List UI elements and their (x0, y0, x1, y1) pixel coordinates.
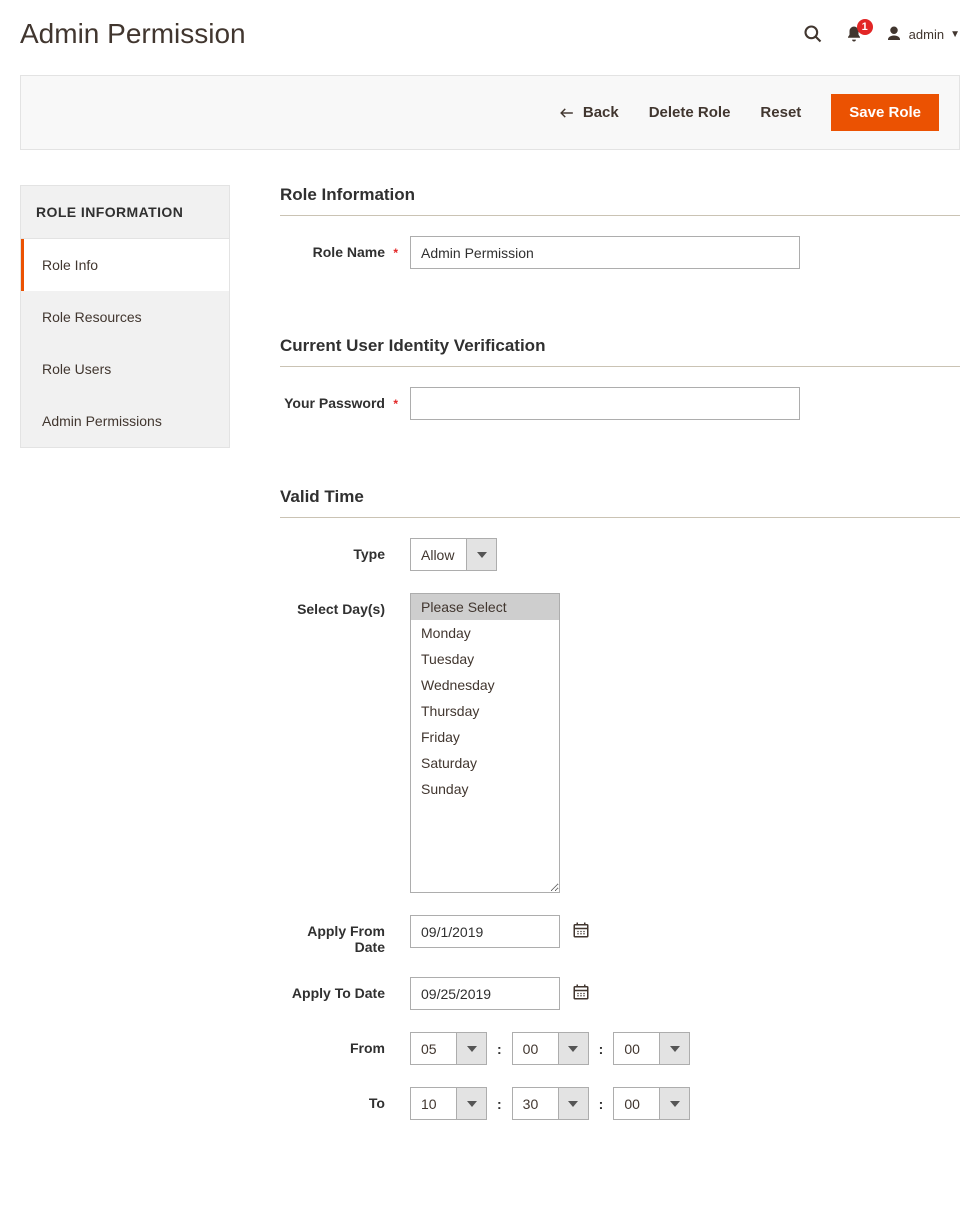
notification-badge: 1 (857, 19, 873, 35)
chevron-down-icon (456, 1088, 486, 1119)
type-select[interactable]: Allow (410, 538, 497, 571)
day-option[interactable]: Sunday (411, 776, 559, 802)
select-days-label: Select Day(s) (280, 593, 410, 893)
calendar-icon[interactable] (572, 921, 590, 942)
role-name-label: Role Name (280, 236, 410, 269)
from-second-select[interactable]: 00 (613, 1032, 690, 1065)
notifications-icon[interactable]: 1 (845, 25, 863, 43)
sidebar-item-role-resources[interactable]: Role Resources (21, 291, 229, 343)
to-minute-select[interactable]: 30 (512, 1087, 589, 1120)
user-menu[interactable]: admin ▼ (885, 25, 960, 43)
day-option[interactable]: Tuesday (411, 646, 559, 672)
password-label: Your Password (280, 387, 410, 420)
header-actions: 1 admin ▼ (803, 24, 960, 44)
save-role-button[interactable]: Save Role (831, 94, 939, 131)
sidebar-item-role-info[interactable]: Role Info (21, 239, 229, 291)
type-label: Type (280, 538, 410, 571)
to-label: To (280, 1087, 410, 1120)
search-icon[interactable] (803, 24, 823, 44)
from-minute-select[interactable]: 00 (512, 1032, 589, 1065)
password-input[interactable] (410, 387, 800, 420)
day-option[interactable]: Please Select (411, 594, 559, 620)
reset-button[interactable]: Reset (760, 104, 801, 121)
chevron-down-icon (456, 1033, 486, 1064)
sidebar-title: ROLE INFORMATION (21, 186, 229, 239)
day-option[interactable]: Wednesday (411, 672, 559, 698)
apply-from-date-label: Apply From Date (280, 915, 410, 955)
page-title: Admin Permission (20, 18, 246, 50)
apply-to-date-label: Apply To Date (280, 977, 410, 1010)
from-label: From (280, 1032, 410, 1065)
section-title-role-info: Role Information (280, 185, 960, 216)
to-second-select[interactable]: 00 (613, 1087, 690, 1120)
day-option[interactable]: Saturday (411, 750, 559, 776)
chevron-down-icon (659, 1033, 689, 1064)
back-button[interactable]: Back (559, 104, 619, 121)
sidebar-item-admin-permissions[interactable]: Admin Permissions (21, 395, 229, 447)
delete-role-button[interactable]: Delete Role (649, 104, 731, 121)
day-option[interactable]: Monday (411, 620, 559, 646)
toolbar: Back Delete Role Reset Save Role (20, 75, 960, 150)
main-content: Role Information Role Name Current User … (280, 185, 960, 1142)
chevron-down-icon (558, 1088, 588, 1119)
from-hour-select[interactable]: 05 (410, 1032, 487, 1065)
chevron-down-icon (659, 1088, 689, 1119)
calendar-icon[interactable] (572, 983, 590, 1004)
select-days-multiselect[interactable]: Please Select Monday Tuesday Wednesday T… (410, 593, 560, 893)
chevron-down-icon: ▼ (950, 29, 960, 40)
section-title-verification: Current User Identity Verification (280, 336, 960, 367)
role-name-input[interactable] (410, 236, 800, 269)
to-hour-select[interactable]: 10 (410, 1087, 487, 1120)
chevron-down-icon (466, 539, 496, 570)
day-option[interactable]: Friday (411, 724, 559, 750)
section-title-valid-time: Valid Time (280, 487, 960, 518)
username-label: admin (909, 27, 944, 42)
sidebar: ROLE INFORMATION Role Info Role Resource… (20, 185, 230, 448)
chevron-down-icon (558, 1033, 588, 1064)
day-option[interactable]: Thursday (411, 698, 559, 724)
sidebar-item-role-users[interactable]: Role Users (21, 343, 229, 395)
apply-from-date-input[interactable] (410, 915, 560, 948)
apply-to-date-input[interactable] (410, 977, 560, 1010)
